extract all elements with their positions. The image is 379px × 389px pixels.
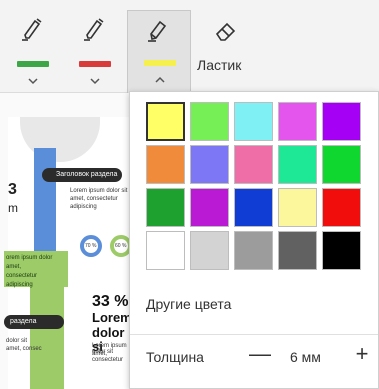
chevron-up-icon[interactable] bbox=[152, 75, 168, 85]
pen-green-swatch bbox=[17, 61, 49, 67]
doc-text-line: amet, consectetur bbox=[70, 196, 118, 202]
color-swatch[interactable] bbox=[322, 145, 361, 184]
thickness-increase-button[interactable]: + bbox=[350, 342, 374, 366]
section-heading-text: раздела bbox=[10, 318, 37, 325]
color-swatch[interactable] bbox=[322, 231, 361, 270]
color-swatch[interactable] bbox=[190, 188, 229, 227]
big-unit: m bbox=[8, 201, 18, 215]
color-picker-popup: Другие цвета Толщина — 6 мм + bbox=[129, 91, 379, 389]
thickness-value: 6 мм bbox=[290, 349, 321, 365]
color-swatch[interactable] bbox=[234, 145, 273, 184]
divider bbox=[130, 334, 378, 335]
decorative-bar bbox=[34, 148, 56, 268]
percent-value: 33 % bbox=[92, 293, 129, 310]
color-swatch[interactable] bbox=[146, 145, 185, 184]
other-colors-link[interactable]: Другие цвета bbox=[146, 296, 231, 312]
highlighter-yellow-tool[interactable] bbox=[127, 10, 191, 93]
color-swatch[interactable] bbox=[322, 102, 361, 141]
pen-icon bbox=[84, 18, 104, 41]
color-swatch[interactable] bbox=[146, 188, 185, 227]
chevron-down-icon[interactable] bbox=[25, 76, 41, 86]
doc-text-line: dolor sit bbox=[6, 338, 28, 344]
color-swatch[interactable] bbox=[322, 188, 361, 227]
color-swatch[interactable] bbox=[278, 102, 317, 141]
donut-value: 70 % bbox=[85, 243, 97, 249]
highlighter-icon bbox=[148, 20, 167, 42]
eraser-label[interactable]: Ластик bbox=[197, 57, 241, 73]
big-number: 3 bbox=[8, 181, 17, 198]
color-swatch[interactable] bbox=[190, 231, 229, 270]
section-heading-text: Заголовок раздела bbox=[56, 171, 118, 178]
highlighter-yellow-swatch bbox=[144, 60, 176, 66]
color-swatch[interactable] bbox=[146, 231, 185, 270]
doc-text-line: amet, bbox=[6, 264, 22, 270]
color-swatch[interactable] bbox=[190, 145, 229, 184]
ink-toolbar: Ластик bbox=[0, 0, 379, 93]
color-swatch[interactable] bbox=[278, 188, 317, 227]
color-swatch[interactable] bbox=[278, 145, 317, 184]
pen-green-tool[interactable] bbox=[8, 8, 58, 88]
doc-text-line: adipiscing bbox=[6, 282, 33, 288]
color-swatch[interactable] bbox=[234, 231, 273, 270]
section-heading-pill: Заголовок раздела bbox=[42, 168, 122, 182]
color-swatch[interactable] bbox=[234, 102, 273, 141]
eraser-icon[interactable] bbox=[213, 18, 239, 44]
donut-chart: 70 % bbox=[80, 235, 102, 257]
document-canvas: Заголовок раздела 3 m Lorem ipsum dolor … bbox=[0, 93, 130, 389]
pen-red-tool[interactable] bbox=[70, 8, 120, 88]
doc-text-line: adipiscing bbox=[70, 204, 97, 210]
doc-text-line: amet, consec bbox=[6, 346, 42, 352]
chevron-down-icon[interactable] bbox=[87, 76, 103, 86]
doc-text-line: Lorem ipsum dolor sit bbox=[70, 188, 128, 194]
color-swatch[interactable] bbox=[146, 102, 185, 141]
donut-value: 60 % bbox=[115, 243, 127, 249]
color-swatch[interactable] bbox=[234, 188, 273, 227]
doc-bold-text: Lorem bbox=[92, 310, 130, 325]
color-swatch[interactable] bbox=[278, 231, 317, 270]
doc-text-line: amet, consectetur bbox=[92, 351, 124, 363]
pen-icon bbox=[22, 18, 42, 41]
thickness-decrease-button[interactable]: — bbox=[248, 342, 272, 366]
section-heading-pill: раздела bbox=[4, 315, 64, 329]
pen-red-swatch bbox=[79, 61, 111, 67]
doc-text-line: consectetur bbox=[6, 273, 38, 279]
donut-chart: 60 % bbox=[110, 235, 130, 257]
doc-text-line: orem ipsum dolor bbox=[6, 255, 53, 261]
thickness-label: Толщина bbox=[146, 349, 204, 365]
color-swatch[interactable] bbox=[190, 102, 229, 141]
